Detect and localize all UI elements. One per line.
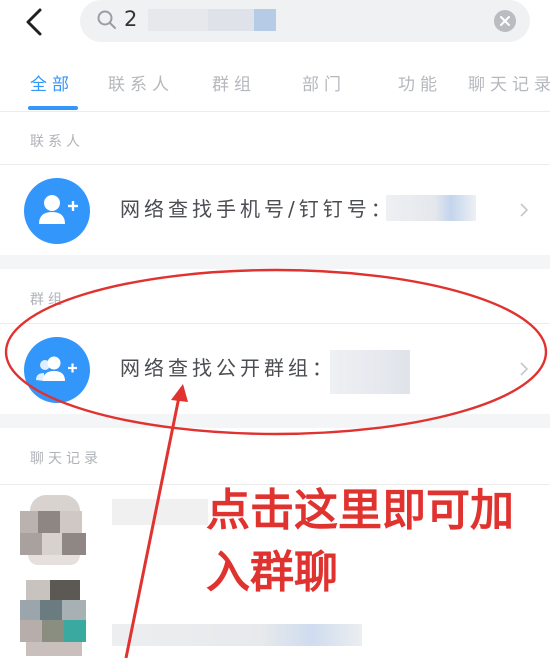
search-phone-label: 网络查找手机号/钉钉号：2 bbox=[120, 197, 412, 221]
search-bar[interactable]: 2 bbox=[80, 0, 530, 42]
search-group-row[interactable]: 网络查找公开群组：. bbox=[0, 324, 550, 414]
tab-chat-history[interactable]: 聊天记录 bbox=[468, 70, 550, 95]
search-icon bbox=[97, 10, 116, 29]
blurred-avatar bbox=[20, 495, 92, 565]
top-bar: 2 bbox=[0, 0, 550, 56]
redacted-text bbox=[112, 499, 208, 525]
avatar bbox=[24, 178, 90, 244]
redacted-text bbox=[330, 350, 410, 394]
groups-section-header: 群组 bbox=[0, 269, 550, 323]
section-gap bbox=[0, 255, 550, 269]
close-icon bbox=[500, 16, 510, 26]
blurred-avatar bbox=[20, 580, 92, 658]
avatar bbox=[24, 337, 90, 403]
chevron-right-icon bbox=[520, 362, 529, 376]
contacts-section-header: 联系人 bbox=[0, 113, 550, 165]
chat-history-section-label: 聊天记录 bbox=[30, 451, 102, 467]
back-button[interactable] bbox=[18, 4, 54, 40]
tab-bar: 全部 联系人 群组 部门 功能 聊天记录 bbox=[0, 62, 550, 112]
contacts-section-label: 联系人 bbox=[30, 134, 84, 150]
annotation-text: 点击这里即可加 入群聊 bbox=[206, 480, 546, 604]
active-tab-indicator bbox=[28, 106, 78, 110]
tab-functions[interactable]: 功能 bbox=[398, 70, 442, 95]
groups-section-label: 群组 bbox=[30, 292, 66, 308]
tab-departments[interactable]: 部门 bbox=[302, 70, 346, 95]
section-gap bbox=[0, 414, 550, 428]
annotation-line-1: 点击这里即可加 bbox=[206, 485, 514, 536]
add-person-icon bbox=[39, 195, 78, 224]
annotation-line-2: 入群聊 bbox=[206, 547, 338, 598]
tab-all[interactable]: 全部 bbox=[30, 70, 74, 95]
redacted-text bbox=[112, 624, 362, 646]
tab-groups[interactable]: 群组 bbox=[212, 70, 256, 95]
chevron-right-icon bbox=[520, 203, 529, 217]
add-group-icon bbox=[36, 356, 77, 381]
redacted-query bbox=[148, 9, 298, 31]
search-group-label: 网络查找公开群组：. bbox=[120, 356, 347, 380]
redacted-text bbox=[386, 195, 476, 221]
search-phone-row[interactable]: 网络查找手机号/钉钉号：2 bbox=[0, 165, 550, 255]
search-input[interactable]: 2 bbox=[124, 7, 137, 31]
tab-contacts[interactable]: 联系人 bbox=[108, 70, 174, 95]
chevron-left-icon bbox=[26, 8, 42, 36]
clear-search-button[interactable] bbox=[494, 10, 516, 32]
chat-history-section-header: 聊天记录 bbox=[0, 428, 550, 484]
